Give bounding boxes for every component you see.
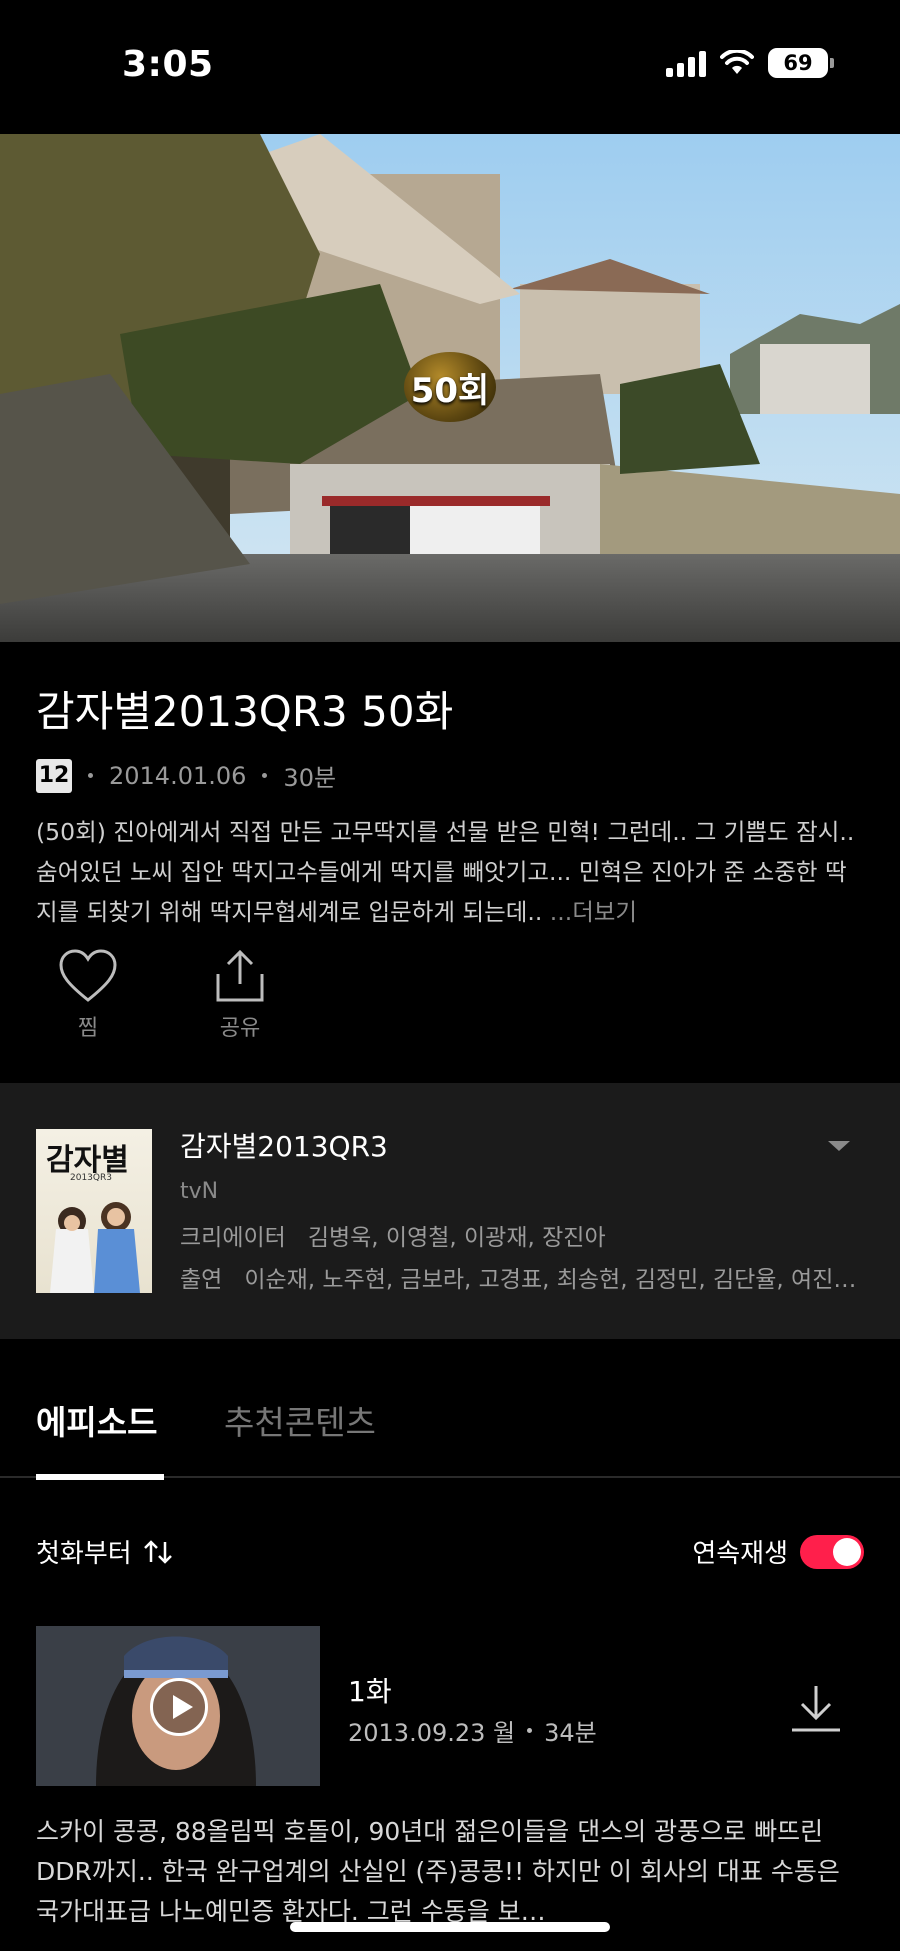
episode-date: 2014.01.06 [109,761,247,790]
age-rating-badge: 12 [36,758,72,793]
cellular-signal-icon [666,49,706,77]
program-network: tvN [180,1179,219,1204]
episode-description: (50회) 진아에게서 직접 만든 고무딱지를 선물 받은 민혁! 그런데.. … [36,812,864,932]
autoplay-toggle[interactable] [800,1534,864,1569]
poster-art [50,1202,140,1293]
active-tab-indicator [36,1474,164,1480]
sort-arrows-icon [143,1539,172,1564]
program-creators: 크리에이터 김병욱, 이영철, 이광재, 장진아 [180,1218,860,1252]
more-link[interactable]: ...더보기 [550,898,637,926]
chevron-down-icon[interactable] [828,1141,850,1151]
creator-label: 크리에이터 [180,1225,286,1251]
program-title: 감자별2013QR3 [180,1130,388,1163]
heart-icon [59,949,117,1002]
episode-badge: 50회 [404,352,496,422]
share-icon [216,949,264,1002]
program-info-card[interactable]: 감자별 2013QR3 감자별2013QR3 tvN 크리에이터 김병욱, 이영철… [0,1083,900,1339]
program-cast: 출연 이순재, 노주현, 금보라, 고경표, 최송현, 김정민, 김단율, 여진구… [180,1260,860,1294]
status-time: 3:05 [122,44,214,85]
episode-thumbnail[interactable] [36,1626,320,1786]
download-button[interactable] [788,1682,844,1738]
battery-icon: 69 [768,48,834,78]
status-icons: 69 [666,48,834,78]
share-button[interactable]: 공유 [190,948,290,1042]
program-poster: 감자별 2013QR3 [36,1129,152,1293]
tab-episodes[interactable]: 에피소드 [36,1396,157,1444]
like-label: 찜 [77,1016,99,1041]
like-button[interactable]: 찜 [38,948,138,1042]
description-text: (50회) 진아에게서 직접 만든 고무딱지를 선물 받은 민혁! 그런데.. … [36,818,855,926]
cast-names: 이순재, 노주현, 금보라, 고경표, 최송현, 김정민, 김단율, 여진구, … [244,1267,860,1293]
home-indicator [290,1922,610,1932]
wifi-icon [720,50,754,74]
episode-meta: 12 2014.01.06 30분 [36,758,336,793]
separator-dot [527,1728,533,1733]
share-label: 공유 [219,1016,261,1041]
hero-video-image[interactable]: 50회 [0,134,900,642]
separator-dot [88,773,93,778]
sort-button[interactable]: 첫화부터 [36,1533,174,1570]
autoplay-label: 연속재생 [692,1539,788,1569]
play-icon[interactable] [150,1678,208,1736]
episode-duration: 30분 [283,764,337,792]
separator-dot [262,773,268,778]
episode-item-meta: 2013.09.23 월 34분 [348,1713,597,1748]
episode-name[interactable]: 1화 [348,1670,392,1710]
episode-item-description: 스카이 콩콩, 88올림픽 호돌이, 90년대 젊은이들을 댄스의 광풍으로 빠… [36,1817,840,1926]
creator-names: 김병욱, 이영철, 이광재, 장진아 [307,1225,606,1251]
download-icon [792,1686,840,1732]
status-bar: 3:05 69 [0,0,900,134]
cast-label: 출연 [180,1267,223,1293]
episode-item-duration: 34분 [544,1719,597,1747]
content-tabs: 에피소드 추천콘텐츠 [0,1388,900,1480]
episode-item-date: 2013.09.23 월 [348,1719,516,1747]
tab-recommended[interactable]: 추천콘텐츠 [224,1396,376,1444]
sort-label: 첫화부터 [36,1539,132,1569]
page-title: 감자별2013QR3 50화 [36,687,454,736]
autoplay-control: 연속재생 [692,1533,864,1570]
